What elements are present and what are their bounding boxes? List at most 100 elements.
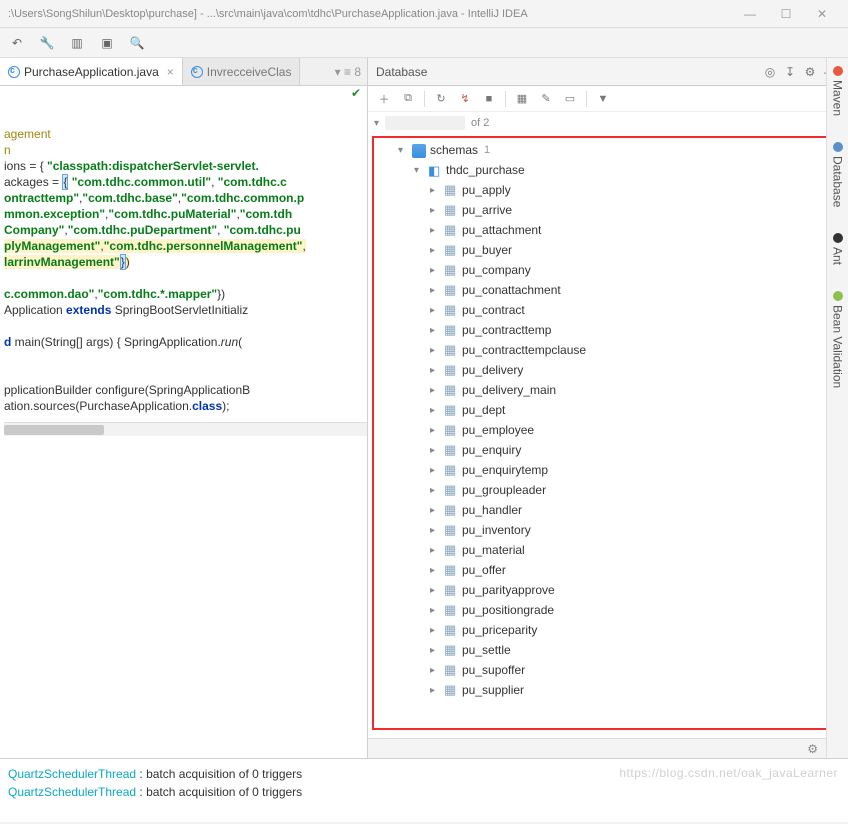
chevron-right-icon: ▸ [430, 385, 440, 396]
table-view-icon[interactable]: ▦ [514, 91, 530, 107]
table-node[interactable]: ▸pu_dept [374, 400, 838, 420]
table-node[interactable]: ▸pu_contracttempclause [374, 340, 838, 360]
java-class-icon [191, 66, 203, 78]
tab-label: InvrecceiveClas [207, 65, 292, 79]
table-name: pu_handler [462, 503, 522, 517]
stop-icon[interactable]: ↯ [457, 91, 473, 107]
table-node[interactable]: ▸pu_enquirytemp [374, 460, 838, 480]
gear-icon[interactable]: ⚙ [800, 62, 820, 82]
table-node[interactable]: ▸pu_material [374, 540, 838, 560]
collapse-icon[interactable]: ↧ [780, 62, 800, 82]
undo-icon[interactable]: ↶ [8, 34, 26, 52]
table-node[interactable]: ▸pu_inventory [374, 520, 838, 540]
table-node[interactable]: ▸pu_supoffer [374, 660, 838, 680]
schemas-label: schemas [430, 143, 478, 157]
folders-icon[interactable]: ▥ [68, 34, 86, 52]
right-toolwindow-bar: Maven Database Ant Bean Validation [826, 58, 848, 758]
maven-icon [833, 66, 843, 76]
tab-overflow[interactable]: ▾ ≡ 8 [300, 65, 367, 79]
table-node[interactable]: ▸pu_contracttemp [374, 320, 838, 340]
refresh-icon[interactable]: ↻ [433, 91, 449, 107]
table-node[interactable]: ▸pu_employee [374, 420, 838, 440]
chevron-right-icon: ▸ [430, 525, 440, 536]
table-node[interactable]: ▸pu_handler [374, 500, 838, 520]
chevron-right-icon: ▸ [430, 445, 440, 456]
table-icon [444, 303, 458, 317]
table-name: pu_enquirytemp [462, 463, 548, 477]
table-node[interactable]: ▸pu_contract [374, 300, 838, 320]
add-datasource-icon[interactable]: ＋ [376, 91, 392, 107]
layout-icon[interactable]: ▣ [98, 34, 116, 52]
table-node[interactable]: ▸pu_attachment [374, 220, 838, 240]
table-icon [444, 543, 458, 557]
chevron-right-icon: ▸ [430, 565, 440, 576]
close-tab-icon[interactable]: × [167, 65, 174, 79]
console-line: QuartzSchedulerThread : batch acquisitio… [8, 783, 840, 801]
scrollbar-thumb[interactable] [4, 425, 104, 435]
chevron-right-icon: ▸ [430, 345, 440, 356]
schemas-node[interactable]: ▾ schemas 1 [374, 140, 838, 160]
horizontal-scrollbar[interactable] [4, 422, 367, 436]
close-button[interactable]: ✕ [804, 0, 840, 27]
table-node[interactable]: ▸pu_groupleader [374, 480, 838, 500]
bean-validation-tab[interactable]: Bean Validation [831, 287, 845, 392]
target-icon[interactable]: ◎ [760, 62, 780, 82]
schema-name: thdc_purchase [446, 163, 525, 177]
table-node[interactable]: ▸ pu_company [374, 260, 838, 280]
maximize-button[interactable]: ☐ [768, 0, 804, 27]
schema-node[interactable]: ▾ thdc_purchase [374, 160, 838, 180]
table-node[interactable]: ▸pu_supplier [374, 680, 838, 700]
table-node[interactable]: ▸pu_buyer [374, 240, 838, 260]
table-node[interactable]: ▸pu_positiongrade [374, 600, 838, 620]
chevron-right-icon: ▸ [430, 265, 440, 276]
tab-purchase-application[interactable]: PurchaseApplication.java × [0, 58, 183, 85]
table-node[interactable]: ▸pu_offer [374, 560, 838, 580]
wrench-icon[interactable]: 🔧 [38, 34, 56, 52]
table-name: pu_supplier [462, 683, 524, 697]
duplicate-icon[interactable]: ⧉ [400, 91, 416, 107]
watermark: https://blog.csdn.net/oak_javaLearner [619, 766, 838, 780]
table-node[interactable]: ▸pu_priceparity [374, 620, 838, 640]
database-tab[interactable]: Database [831, 138, 845, 211]
table-name: pu_contracttemp [462, 323, 551, 337]
table-node[interactable]: ▸pu_delivery [374, 360, 838, 380]
database-panel: Database ◎ ↧ ⚙ — ＋ ⧉ ↻ ↯ ■ ▦ ✎ ▭ ▼ ▾ of … [368, 58, 848, 758]
table-name: pu_parityapprove [462, 583, 555, 597]
edit-icon[interactable]: ✎ [538, 91, 554, 107]
window-title: :\Users\SongShilun\Desktop\purchase] - .… [8, 8, 732, 20]
table-name: pu_conattachment [462, 283, 561, 297]
cancel-icon[interactable]: ■ [481, 91, 497, 107]
table-icon [444, 383, 458, 397]
table-icon [444, 223, 458, 237]
settings-icon[interactable]: ⚙ [807, 742, 818, 756]
console-icon[interactable]: ▭ [562, 91, 578, 107]
table-node[interactable]: ▸pu_parityapprove [374, 580, 838, 600]
table-node[interactable]: ▸pu_apply [374, 180, 838, 200]
minimize-button[interactable]: — [732, 0, 768, 27]
table-icon [444, 203, 458, 217]
ant-tab[interactable]: Ant [831, 229, 845, 269]
table-node[interactable]: ▸pu_settle [374, 640, 838, 660]
table-node[interactable]: ▸pu_enquiry [374, 440, 838, 460]
maven-tab[interactable]: Maven [831, 62, 845, 120]
database-tree[interactable]: ▾ schemas 1 ▾ thdc_purchase ▸pu_apply▸pu… [374, 138, 838, 702]
tab-invrecceive[interactable]: InvrecceiveClas [183, 58, 301, 85]
analysis-ok-icon: ✔ [351, 86, 361, 102]
table-icon [444, 583, 458, 597]
table-name: pu_company [462, 263, 531, 277]
table-node[interactable]: ▸pu_delivery_main [374, 380, 838, 400]
chevron-right-icon: ▸ [430, 285, 440, 296]
table-icon [444, 343, 458, 357]
table-name: pu_buyer [462, 243, 512, 257]
table-node[interactable]: ▸pu_arrive [374, 200, 838, 220]
chevron-right-icon: ▸ [430, 625, 440, 636]
table-name: pu_supoffer [462, 663, 525, 677]
datasource-row[interactable]: ▾ of 2 [368, 112, 848, 134]
table-icon [444, 643, 458, 657]
table-name: pu_groupleader [462, 483, 546, 497]
code-editor[interactable]: agement n ions = { "classpath:dispatcher… [0, 102, 367, 758]
table-node[interactable]: ▸ pu_conattachment [374, 280, 838, 300]
table-icon [444, 363, 458, 377]
filter-icon[interactable]: ▼ [595, 91, 611, 107]
search-icon[interactable]: 🔍 [128, 34, 146, 52]
